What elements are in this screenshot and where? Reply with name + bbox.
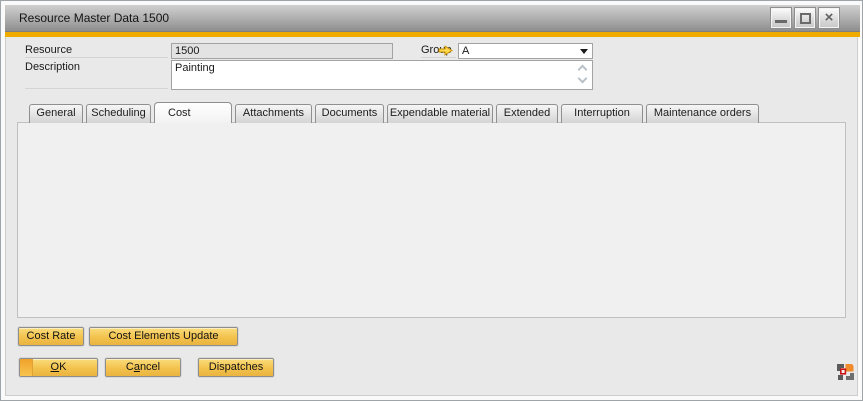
cost-tab-panel [17,122,846,318]
resource-label: Resource [25,44,168,58]
scroll-spinner[interactable] [577,63,589,87]
cost-rate-button[interactable]: Cost Rate [18,327,84,346]
default-button-marker [20,359,33,376]
cancel-button[interactable]: Cancel [105,358,181,377]
cost-rate-label: Cost Rate [27,330,76,342]
close-icon: × [819,9,839,26]
resource-field[interactable]: 1500 [171,43,393,59]
form-settings-icon[interactable] [836,363,855,382]
ok-button[interactable]: OK [19,358,98,377]
tab-scheduling[interactable]: Scheduling [86,104,151,123]
cost-elements-update-label: Cost Elements Update [108,330,218,342]
group-combo[interactable]: A [458,43,593,59]
link-arrow-icon[interactable] [438,45,453,56]
dispatches-label: Dispatches [209,361,263,373]
tab-general[interactable]: General [29,104,83,123]
tab-attachments[interactable]: Attachments [235,104,312,123]
minimize-icon [775,20,787,23]
tab-expendable-material[interactable]: Expendable material [387,104,493,123]
tab-interruption[interactable]: Interruption [561,104,643,123]
description-field[interactable]: Painting [171,60,593,90]
window-title: Resource Master Data 1500 [19,11,169,25]
maximize-icon [800,13,811,24]
tab-maintenance-orders[interactable]: Maintenance orders [646,104,759,123]
ok-label: OK [51,361,67,373]
chevron-down-icon [580,49,588,54]
title-bar[interactable]: Resource Master Data 1500 [5,5,860,32]
tab-cost[interactable]: Cost [154,102,232,123]
group-value: A [462,45,469,57]
close-button[interactable]: × [818,7,840,29]
resource-master-data-window: Resource Master Data 1500 × Resource 150… [0,0,863,401]
cancel-label: Cancel [126,361,160,373]
minimize-button[interactable] [770,7,792,29]
accent-bar [5,32,860,37]
cost-elements-update-button[interactable]: Cost Elements Update [89,327,238,346]
description-value: Painting [175,62,215,74]
chevron-down-icon [578,74,588,84]
maximize-button[interactable] [794,7,816,29]
dispatches-button[interactable]: Dispatches [198,358,274,377]
tab-extended[interactable]: Extended [496,104,558,123]
tab-documents[interactable]: Documents [315,104,384,123]
description-label: Description [25,61,168,89]
